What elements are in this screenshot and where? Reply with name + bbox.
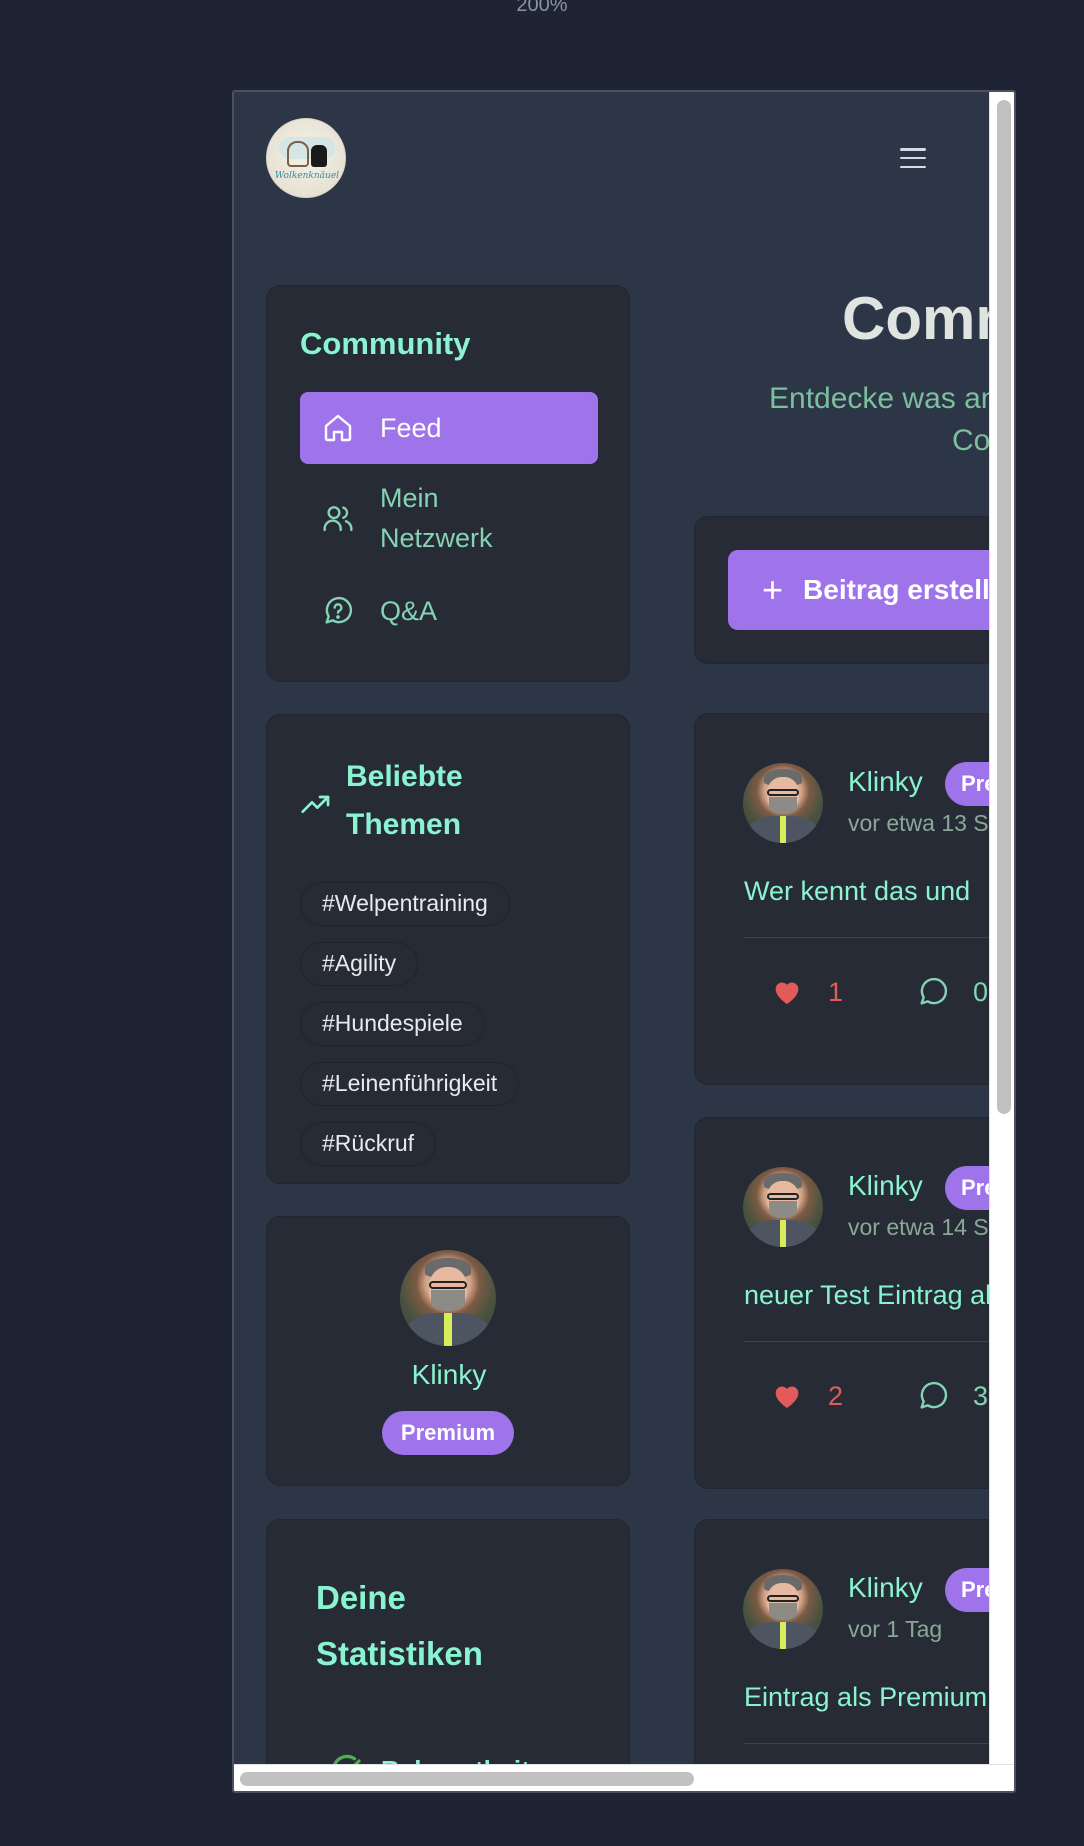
logo[interactable]: Wolkenknäuel (266, 118, 346, 198)
post-divider (744, 1341, 991, 1342)
comment-icon (920, 1381, 948, 1409)
stats-title: Deine Statistiken (316, 1579, 483, 1672)
avatar[interactable] (743, 1167, 823, 1247)
sidebar-item-label: Mein Netzwerk (380, 483, 493, 553)
post-card: Klinky Premium vor etwa 14 Stunden neuer… (694, 1117, 991, 1489)
logo-text: Wolkenknäuel (274, 171, 340, 181)
post-content: neuer Test Eintrag als (744, 1280, 991, 1310)
help-circle-icon (325, 596, 353, 624)
post-actions: 1 0 (770, 976, 988, 1008)
mobile-frame: Wolkenknäuel Community Feed Mein Netzwer… (232, 90, 1016, 1793)
stats-card: Deine Statistiken Bekanntheit (266, 1519, 630, 1766)
profile-name[interactable]: Klinky (267, 1359, 631, 1391)
comment-count: 3 (973, 1380, 989, 1411)
post-card: Klinky Premium vor 1 Tag Eintrag als Pre… (694, 1519, 991, 1766)
create-post-card: + Beitrag erstellen (694, 516, 991, 664)
post-author[interactable]: Klinky (848, 1170, 923, 1202)
heart-icon (775, 1386, 799, 1408)
post-time: vor etwa 14 Stunden (848, 1214, 991, 1240)
premium-badge: Premium (945, 1568, 991, 1612)
post-content: Wer kennt das und (744, 876, 971, 906)
premium-badge: Premium (945, 762, 991, 806)
post-author[interactable]: Klinky (848, 766, 923, 798)
sidebar-item-qa[interactable]: Q&A (300, 586, 598, 636)
page-subtitle: Entdecke was andere (769, 382, 991, 415)
tag-leinenfuehrigkeit[interactable]: #Leinenführigkeit (300, 1062, 520, 1106)
sidebar-item-label: Feed (380, 413, 442, 443)
like-button[interactable]: 1 (770, 976, 843, 1008)
topics-header: Beliebte Themen (300, 753, 506, 849)
page-title: Community (842, 285, 991, 352)
like-count: 1 (828, 976, 844, 1007)
home-icon (324, 414, 352, 442)
tag-hundespiele[interactable]: #Hundespiele (300, 1002, 485, 1046)
post-time: vor 1 Tag (848, 1616, 943, 1642)
create-post-label: Beitrag erstellen (803, 574, 991, 605)
comment-count: 0 (973, 976, 989, 1007)
hamburger-icon[interactable] (898, 144, 928, 172)
community-card: Community Feed Mein Netzwerk Q&A (266, 285, 630, 682)
sidebar-item-feed[interactable]: Feed (300, 392, 598, 464)
horizontal-scrollbar-thumb[interactable] (240, 1772, 694, 1786)
post-time: vor etwa 13 Stunden (848, 810, 991, 836)
horizontal-scrollbar[interactable] (234, 1764, 1014, 1791)
tag-agility[interactable]: #Agility (300, 942, 419, 986)
post-content: Eintrag als Premium (744, 1682, 988, 1712)
vertical-scrollbar[interactable] (989, 92, 1014, 1766)
comment-button[interactable]: 3 (917, 1380, 988, 1412)
comment-button[interactable]: 0 (917, 976, 988, 1008)
trending-up-icon (301, 795, 330, 813)
zoom-label: 200% (516, 0, 568, 16)
like-count: 2 (828, 1380, 844, 1411)
sidebar-item-label: Q&A (380, 596, 438, 626)
tag-rueckruf[interactable]: #Rückruf (300, 1122, 437, 1166)
like-button[interactable]: 2 (770, 1380, 843, 1412)
create-post-button[interactable]: + Beitrag erstellen (728, 550, 991, 630)
logo-dog-outline (287, 141, 309, 167)
page-subtitle-line2: Community (952, 424, 991, 457)
profile-card: Klinky Premium (266, 1216, 630, 1486)
sidebar-item-network[interactable]: Mein Netzwerk (300, 478, 598, 558)
topics-title: Beliebte Themen (346, 760, 463, 841)
post-card: Klinky Premium vor etwa 13 Stunden Wer k… (694, 713, 991, 1085)
topics-card: Beliebte Themen #Welpentraining #Agility… (266, 714, 630, 1184)
vertical-scrollbar-thumb[interactable] (997, 100, 1011, 1114)
premium-badge: Premium (382, 1411, 514, 1455)
post-author[interactable]: Klinky (848, 1572, 923, 1604)
comment-icon (920, 977, 948, 1005)
users-icon (323, 506, 353, 532)
community-title: Community (300, 326, 471, 361)
viewport: Wolkenknäuel Community Feed Mein Netzwer… (234, 92, 991, 1766)
plus-icon: + (762, 569, 784, 610)
tag-welpentraining[interactable]: #Welpentraining (300, 882, 510, 926)
logo-dog-silhouette (311, 145, 327, 167)
post-divider (744, 937, 991, 938)
heart-icon (775, 982, 799, 1004)
post-divider (744, 1743, 991, 1744)
premium-badge: Premium (945, 1166, 991, 1210)
avatar[interactable] (400, 1250, 496, 1346)
avatar[interactable] (743, 1569, 823, 1649)
post-actions: 2 3 (770, 1380, 988, 1412)
avatar[interactable] (743, 763, 823, 843)
